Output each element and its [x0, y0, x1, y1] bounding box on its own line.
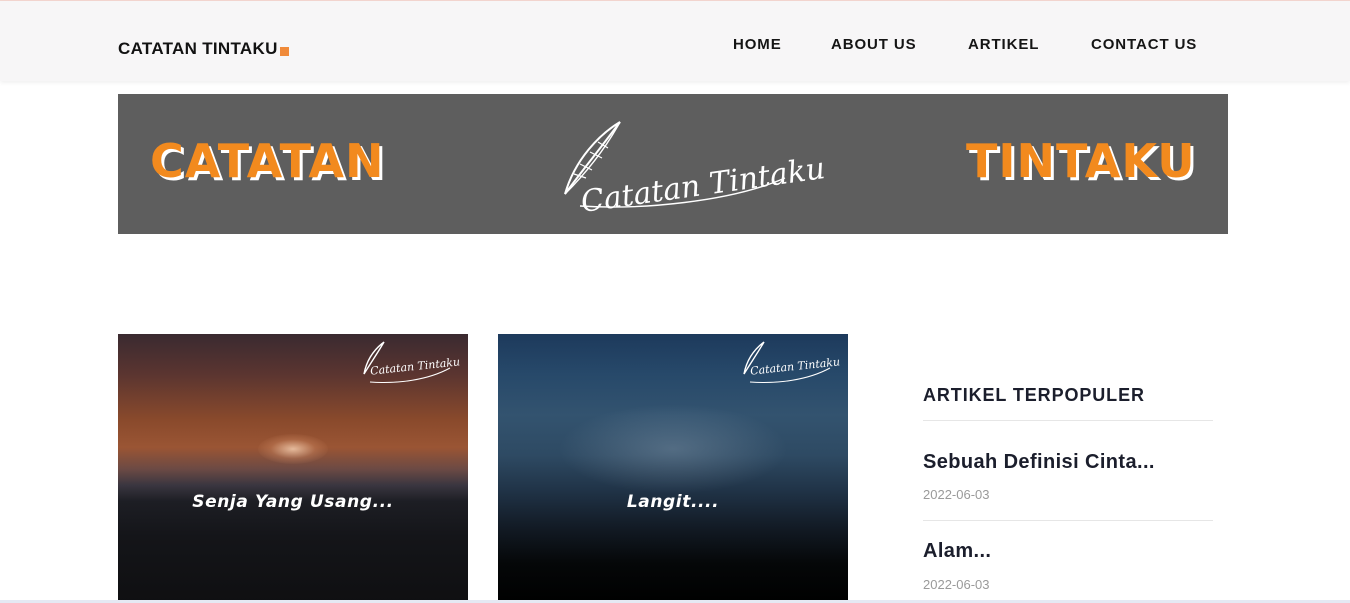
sunset-glow: [258, 434, 328, 464]
article-card-senja[interactable]: Catatan Tintaku Senja Yang Usang...: [118, 334, 468, 603]
brand-name: CATATAN TINTAKU: [118, 39, 278, 58]
popular-post-title[interactable]: Sebuah Definisi Cinta...: [923, 451, 1155, 474]
navbar: CATATAN TINTAKU HOME ABOUT US ARTIKEL CO…: [0, 1, 1350, 81]
nav-contact-us[interactable]: CONTACT US: [1091, 36, 1197, 53]
article-title: Langit....: [626, 492, 720, 512]
brand-logo[interactable]: CATATAN TINTAKU: [118, 39, 289, 59]
nav-about-us[interactable]: ABOUT US: [831, 36, 917, 53]
brand-square-icon: [279, 47, 289, 56]
article-title: Senja Yang Usang...: [192, 492, 394, 512]
cloud-shape: [558, 404, 788, 494]
article-card-langit[interactable]: Catatan Tintaku Langit....: [498, 334, 848, 603]
banner-left-word: CATATAN: [150, 134, 385, 188]
popular-post-date: 2022-06-03: [923, 487, 990, 502]
banner-right-word: TINTAKU: [966, 134, 1196, 188]
nav-artikel[interactable]: ARTIKEL: [968, 36, 1039, 53]
divider: [923, 420, 1213, 421]
popular-post-title[interactable]: Alam...: [923, 540, 991, 563]
nav-home[interactable]: HOME: [733, 36, 782, 53]
popular-post-date: 2022-06-03: [923, 577, 990, 592]
hero-banner: CATATAN Catatan Tintaku TINTAKU: [118, 94, 1228, 234]
sidebar-title: ARTIKEL TERPOPULER: [923, 385, 1145, 405]
divider: [923, 520, 1213, 521]
